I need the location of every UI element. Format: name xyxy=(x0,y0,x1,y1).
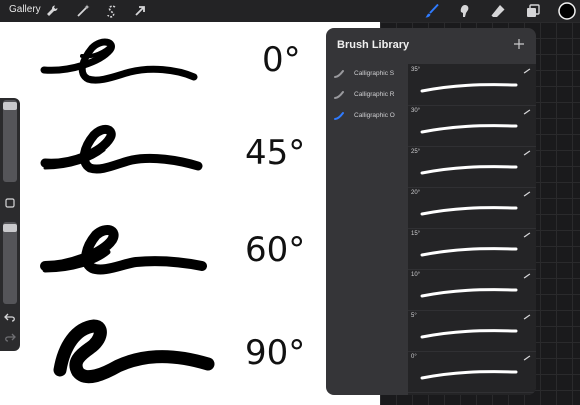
brush-item[interactable]: 15° xyxy=(408,228,536,270)
brush-set-label: Calligraphic R xyxy=(354,91,395,98)
brush-item[interactable]: 5° xyxy=(408,310,536,352)
brush-item[interactable]: 35° xyxy=(408,64,536,106)
eraser-icon[interactable] xyxy=(490,3,506,19)
stroke-45-deg xyxy=(40,124,203,174)
stroke-60-deg xyxy=(40,225,207,275)
brush-set-icon xyxy=(334,112,344,120)
opacity-slider[interactable] xyxy=(3,222,17,304)
brush-stroke-preview xyxy=(420,329,518,339)
brush-preview-icon xyxy=(523,273,531,279)
brush-preview-icon xyxy=(523,68,531,74)
brush-set-icon xyxy=(334,70,344,78)
brush-preview-icon xyxy=(523,314,531,320)
brush-set-item[interactable]: Calligraphic R xyxy=(326,85,408,106)
brush-item[interactable]: 30° xyxy=(408,105,536,147)
brush-preview-icon xyxy=(523,232,531,238)
brush-set-label: Calligraphic O xyxy=(354,112,395,119)
brush-stroke-preview xyxy=(420,83,518,93)
brush-size-handle[interactable] xyxy=(3,102,17,110)
brush-item[interactable]: 10° xyxy=(408,269,536,311)
stroke-90-deg xyxy=(53,319,215,384)
brush-preview-icon xyxy=(523,191,531,197)
layers-icon[interactable] xyxy=(525,3,541,19)
brush-preview-icon xyxy=(523,355,531,361)
brush-item[interactable]: 25° xyxy=(408,146,536,188)
angle-label-0: 0° xyxy=(262,40,301,80)
brush-set-label: Calligraphic S xyxy=(354,70,395,77)
undo-icon[interactable] xyxy=(4,312,16,322)
angle-label-90: 90° xyxy=(245,333,306,373)
brush-library-panel: Brush Library Calligraphic S Calligraphi… xyxy=(326,28,536,395)
opacity-handle[interactable] xyxy=(3,224,17,232)
redo-icon[interactable] xyxy=(4,332,16,342)
plus-icon[interactable] xyxy=(512,37,526,51)
angle-label-60: 60° xyxy=(245,230,306,270)
color-icon[interactable] xyxy=(558,2,576,20)
brush-stroke-preview xyxy=(420,165,518,175)
brush-stroke-preview xyxy=(420,124,518,134)
angle-label-45: 45° xyxy=(245,133,306,173)
brush-icon[interactable] xyxy=(424,3,440,19)
brush-set-list: Calligraphic S Calligraphic R Calligraph… xyxy=(326,64,408,127)
brush-item[interactable]: 20° xyxy=(408,187,536,229)
brush-item[interactable]: 0° xyxy=(408,351,536,393)
stroke-0-deg xyxy=(40,38,198,84)
smudge-icon[interactable] xyxy=(456,3,472,19)
left-sidebar xyxy=(0,98,20,351)
brush-preview-icon xyxy=(523,150,531,156)
brush-set-item[interactable]: Calligraphic S xyxy=(326,64,408,85)
brush-stroke-preview xyxy=(420,370,518,380)
brush-set-item-selected[interactable]: Calligraphic O xyxy=(326,106,408,127)
square-modify-icon[interactable] xyxy=(5,198,15,208)
brush-preview-icon xyxy=(523,109,531,115)
brush-library-title: Brush Library xyxy=(337,39,410,51)
brush-stroke-preview xyxy=(420,206,518,216)
brush-stroke-preview xyxy=(420,288,518,298)
brush-list: 35° 30° 25° 20° 15° 10° 5° 0° xyxy=(408,64,536,395)
brush-stroke-preview xyxy=(420,247,518,257)
brush-set-icon xyxy=(334,91,344,99)
brush-size-slider[interactable] xyxy=(3,100,17,182)
